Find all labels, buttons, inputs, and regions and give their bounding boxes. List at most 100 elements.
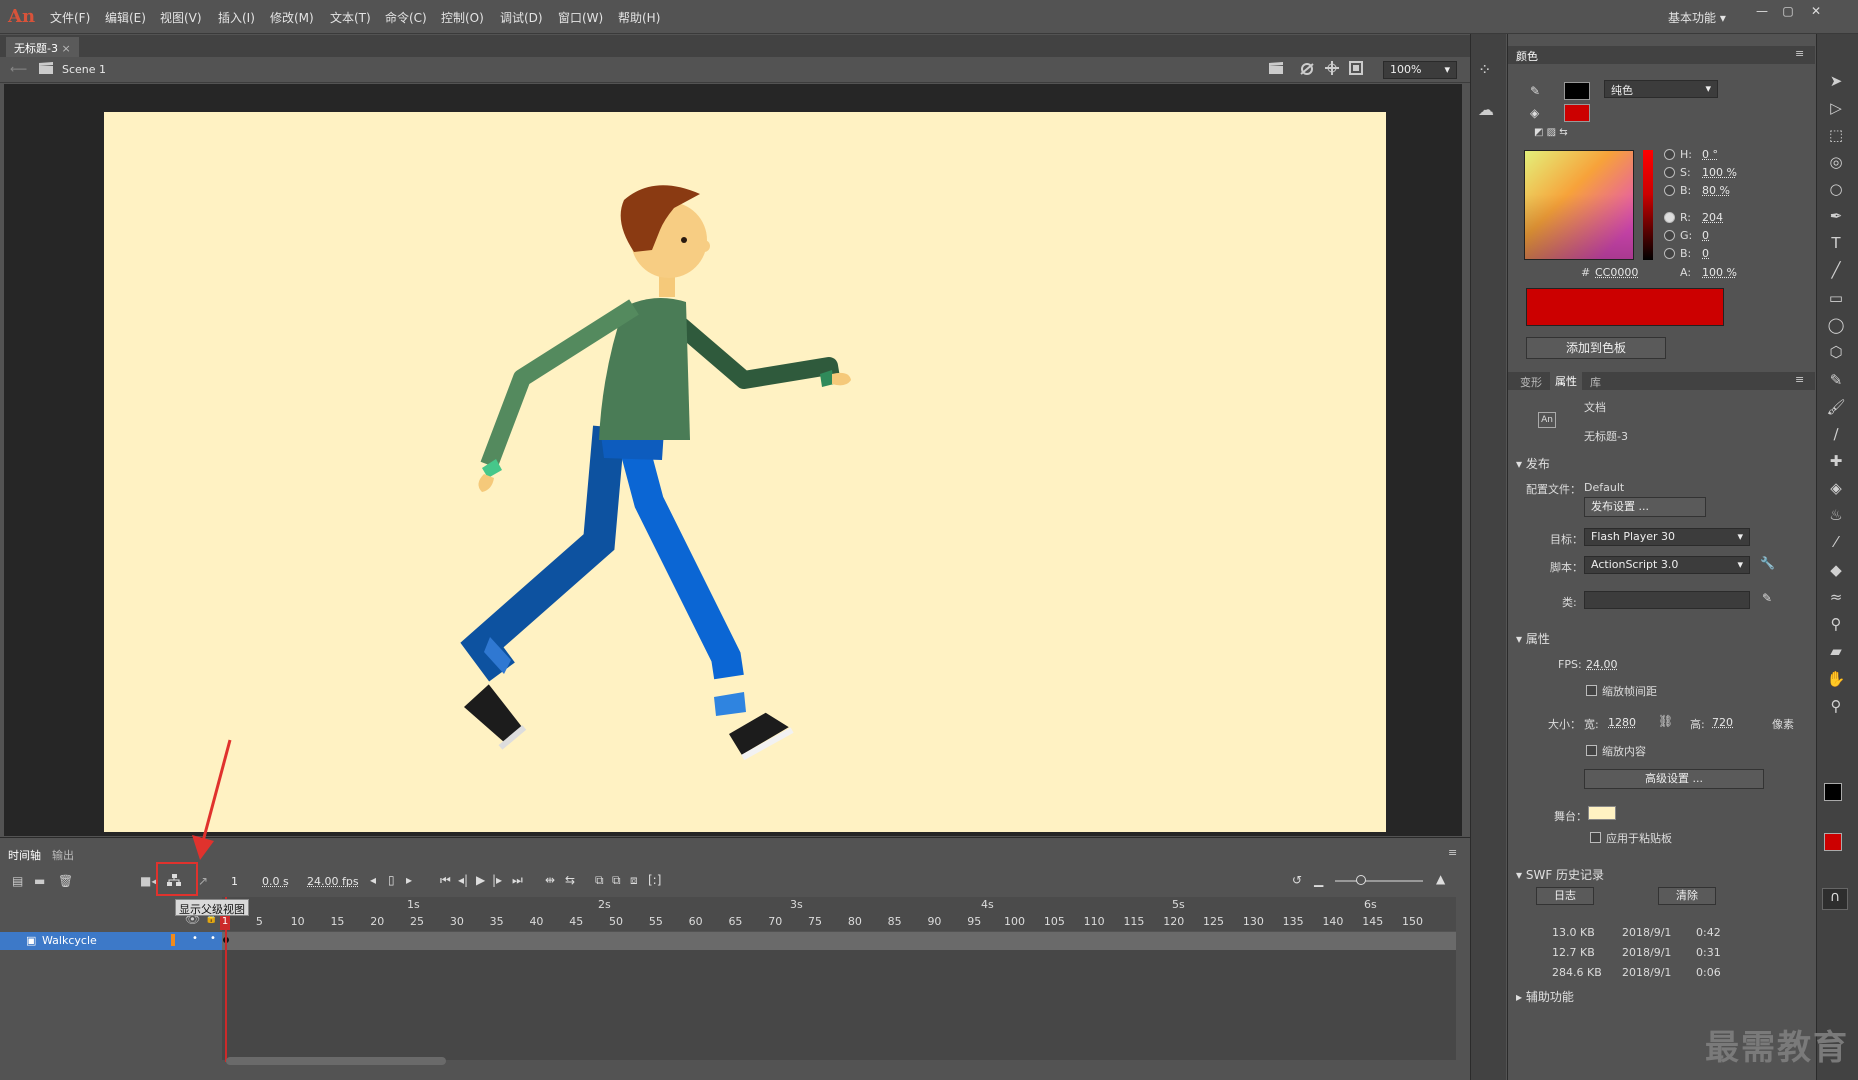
hand-icon[interactable]: ✋ xyxy=(1822,668,1850,690)
stage-color-swatch[interactable] xyxy=(1588,806,1616,820)
current-frame[interactable]: 1 xyxy=(231,875,238,888)
class-input[interactable] xyxy=(1584,591,1750,609)
color-brightness-slider[interactable] xyxy=(1643,150,1653,260)
stroke-color-swatch[interactable] xyxy=(1564,82,1590,100)
fps-value[interactable]: 24.00 xyxy=(1586,658,1618,671)
advanced-settings-button[interactable]: 高级设置 ... xyxy=(1584,769,1764,789)
playhead-handle[interactable]: 1 xyxy=(220,916,230,930)
lasso-icon[interactable]: ○ xyxy=(1822,178,1850,200)
snap-icon[interactable] xyxy=(1324,60,1340,76)
selection-icon[interactable]: ➤ xyxy=(1822,70,1850,92)
section-properties[interactable]: ▾ 属性 xyxy=(1516,630,1550,647)
center-frame-icon[interactable]: ⇹ xyxy=(545,873,555,887)
menu-text[interactable]: 文本(T) xyxy=(330,9,371,26)
tab-transform[interactable]: 变形 xyxy=(1520,374,1542,390)
tools-fill-swatch[interactable] xyxy=(1824,833,1842,851)
wrench-icon[interactable]: 🔧 xyxy=(1760,556,1775,570)
minimize-icon[interactable]: — xyxy=(1752,4,1772,20)
rectangle-icon[interactable]: ▭ xyxy=(1822,287,1850,309)
add-swatch-button[interactable]: 添加到色板 xyxy=(1526,337,1666,359)
radio-brightness[interactable] xyxy=(1664,185,1675,196)
section-accessibility[interactable]: ▸ 辅助功能 xyxy=(1516,988,1574,1005)
insert-keyframe-icon[interactable]: ▯ xyxy=(388,873,395,887)
onion-markers-icon[interactable]: [:] xyxy=(648,873,661,887)
polystar-icon[interactable]: ⬡ xyxy=(1822,341,1850,363)
layer-frames[interactable] xyxy=(222,932,1456,950)
snap-magnet-icon[interactable]: ∩ xyxy=(1822,888,1848,910)
prev-keyframe-icon[interactable]: ◂ xyxy=(370,873,376,887)
color-saturation-field[interactable] xyxy=(1524,150,1634,260)
layer-color-swatch[interactable] xyxy=(171,934,175,946)
target-select[interactable]: Flash Player 30 ▾ xyxy=(1584,528,1750,546)
motion-presets-icon[interactable]: ⁘ xyxy=(1478,60,1491,79)
zoom-in-timeline-icon[interactable]: ▲ xyxy=(1436,872,1445,886)
tab-properties[interactable]: 属性 xyxy=(1550,372,1582,390)
workspace-switcher[interactable]: 基本功能 ▾ xyxy=(1668,9,1726,26)
panel-menu-icon[interactable]: ≡ xyxy=(1448,846,1457,859)
timeline-scrollbar[interactable] xyxy=(226,1057,446,1065)
hue-value[interactable]: 0 ° xyxy=(1702,148,1718,161)
current-time[interactable]: 0.0 s xyxy=(262,875,289,888)
menu-control[interactable]: 控制(O) xyxy=(441,9,484,26)
cc-libraries-icon[interactable]: ☁ xyxy=(1478,100,1494,119)
panel-menu-icon[interactable]: ≡ xyxy=(1795,373,1804,386)
new-folder-icon[interactable]: ▬ xyxy=(34,874,45,888)
eraser-icon[interactable]: ◆ xyxy=(1822,559,1850,581)
scale-content-checkbox[interactable] xyxy=(1586,745,1597,756)
step-forward-icon[interactable]: |▸ xyxy=(492,873,502,887)
close-icon[interactable]: ✕ xyxy=(1806,4,1826,20)
menu-commands[interactable]: 命令(C) xyxy=(385,9,427,26)
menu-modify[interactable]: 修改(M) xyxy=(270,9,314,26)
tab-timeline[interactable]: 时间轴 xyxy=(8,847,41,863)
zoom-icon[interactable]: ⚲ xyxy=(1822,695,1850,717)
pencil-icon[interactable]: ✎ xyxy=(1822,369,1850,391)
menu-view[interactable]: 视图(V) xyxy=(160,9,202,26)
swap-colors-icon[interactable]: ◩ ▨ ⇆ xyxy=(1534,127,1568,138)
edit-symbols-icon[interactable] xyxy=(1298,60,1316,76)
fill-color-swatch[interactable] xyxy=(1564,104,1590,122)
scene-label[interactable]: Scene 1 xyxy=(62,63,106,76)
maximize-icon[interactable]: ▢ xyxy=(1778,4,1798,20)
edit-scene-icon[interactable] xyxy=(1268,61,1284,75)
timeline-zoom-handle[interactable] xyxy=(1356,875,1366,885)
log-button[interactable]: 日志 xyxy=(1536,887,1594,905)
edit-class-pencil-icon[interactable]: ✎ xyxy=(1762,591,1772,605)
paint-brush-icon[interactable]: 🖌 xyxy=(1822,396,1850,418)
step-back-icon[interactable]: ◂| xyxy=(458,873,468,887)
radio-saturation[interactable] xyxy=(1664,167,1675,178)
zoom-select[interactable]: 100% ▾ xyxy=(1383,61,1457,79)
go-last-frame-icon[interactable]: ⏭ xyxy=(512,873,523,888)
new-layer-icon[interactable]: ▤ xyxy=(12,874,23,888)
tools-stroke-swatch[interactable] xyxy=(1824,783,1842,801)
stroke-pencil-icon[interactable]: ✎ xyxy=(1530,84,1540,98)
radio-hue[interactable] xyxy=(1664,149,1675,160)
pin-icon[interactable]: ⚲ xyxy=(1822,613,1850,635)
height-value[interactable]: 720 xyxy=(1712,716,1733,729)
3d-rotation-icon[interactable]: ◎ xyxy=(1822,151,1850,173)
width-icon[interactable]: ≈ xyxy=(1822,586,1850,608)
menu-insert[interactable]: 插入(I) xyxy=(218,9,255,26)
tab-library[interactable]: 库 xyxy=(1590,374,1601,390)
subselection-icon[interactable]: ▷ xyxy=(1822,97,1850,119)
brush-icon[interactable]: ∕ xyxy=(1822,423,1850,445)
saturation-value[interactable]: 100 % xyxy=(1702,166,1737,179)
menu-help[interactable]: 帮助(H) xyxy=(618,9,660,26)
back-arrow-icon[interactable]: ⟵ xyxy=(10,62,27,76)
width-value[interactable]: 1280 xyxy=(1608,716,1636,729)
free-transform-icon[interactable]: ⬚ xyxy=(1822,124,1850,146)
line-icon[interactable]: ╱ xyxy=(1822,259,1850,281)
link-dimensions-icon[interactable]: ⛓ xyxy=(1658,714,1673,728)
menu-edit[interactable]: 编辑(E) xyxy=(105,9,146,26)
script-select[interactable]: ActionScript 3.0 ▾ xyxy=(1584,556,1750,574)
camera-icon[interactable]: ▰ xyxy=(1822,640,1850,662)
layer-name[interactable]: Walkcycle xyxy=(42,934,97,947)
next-keyframe-icon[interactable]: ▸ xyxy=(406,873,412,887)
visibility-dot-icon[interactable]: • xyxy=(192,933,198,944)
go-first-frame-icon[interactable]: ⏮ xyxy=(440,873,451,888)
timeline-zoom-slider[interactable] xyxy=(1335,880,1423,882)
lock-dot-icon[interactable]: • xyxy=(210,933,216,944)
walking-character[interactable] xyxy=(104,112,1386,832)
tab-output[interactable]: 输出 xyxy=(52,847,74,863)
document-tab[interactable]: 无标题-3 × xyxy=(6,37,79,57)
section-publish[interactable]: ▾ 发布 xyxy=(1516,455,1550,472)
